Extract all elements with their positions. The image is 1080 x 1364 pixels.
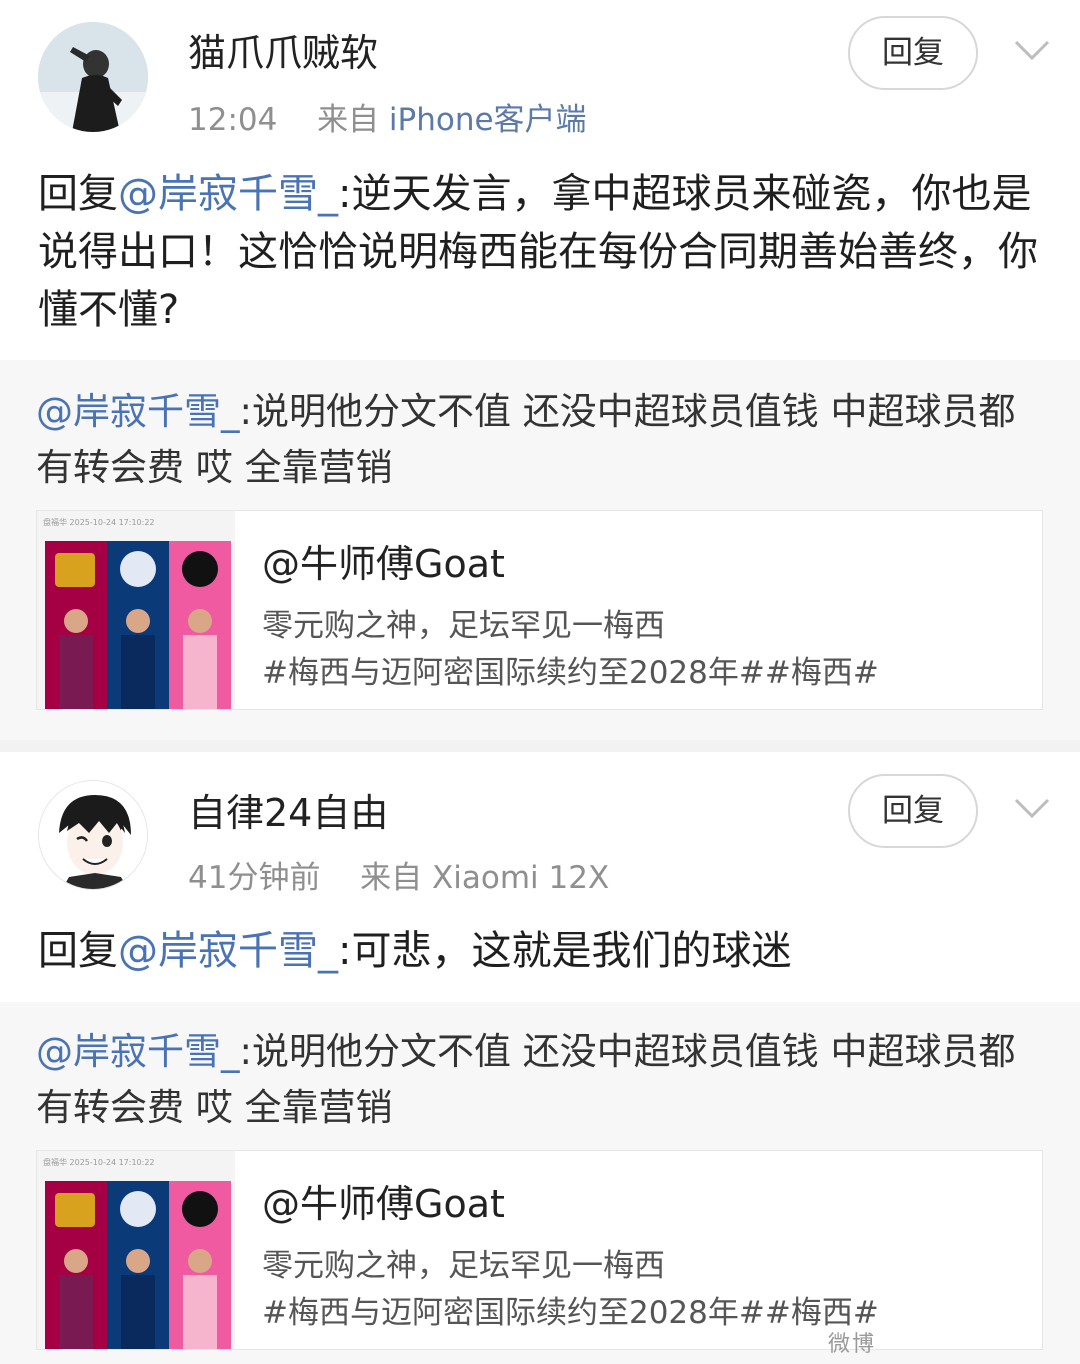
comment-time: 41分钟前: [188, 860, 321, 896]
card-desc-line: 零元购之神，足坛罕见一梅西: [262, 1248, 665, 1284]
card-description: 零元购之神，足坛罕见一梅西 #梅西与迈阿密国际续约至2028年##梅西#: [262, 603, 879, 697]
source-prefix: 来自: [317, 102, 380, 138]
avatar[interactable]: [38, 780, 148, 890]
reply-text: 回复@岸寂千雪_:可悲，这就是我们的球迷: [38, 922, 1048, 980]
quoted-post[interactable]: @岸寂千雪_:说明他分文不值 还没中超球员值钱 中超球员都有转会费 哎 全靠营销…: [0, 1002, 1080, 1364]
reply-button[interactable]: 回复: [848, 774, 978, 848]
source-link[interactable]: iPhone客户端: [389, 102, 587, 138]
avatar[interactable]: [38, 22, 148, 132]
linked-post-card[interactable]: 盘福华 2025-10-24 17:10:22 @牛师傅Goat 零元购之神，足…: [36, 1150, 1043, 1350]
card-description: 零元购之神，足坛罕见一梅西 #梅西与迈阿密国际续约至2028年##梅西#: [262, 1243, 879, 1337]
quoted-mention-link[interactable]: @岸寂千雪_: [36, 390, 240, 433]
source-prefix: 来自: [360, 860, 423, 896]
avatar-anime-boy-icon: [39, 781, 147, 889]
linked-post-card[interactable]: 盘福华 2025-10-24 17:10:22 @牛师傅Goat 零元购之神，足…: [36, 510, 1043, 710]
reply-mention-link[interactable]: @岸寂千雪_: [118, 171, 338, 217]
card-hashtags[interactable]: #梅西与迈阿密国际续约至2028年##梅西#: [262, 650, 879, 697]
messi-jerseys-image: [45, 541, 231, 709]
quoted-mention-link[interactable]: @岸寂千雪_: [36, 1030, 240, 1073]
comment-meta: 12:04 来自 iPhone客户端: [188, 94, 587, 139]
reply-prefix: 回复: [38, 928, 118, 974]
avatar-silhouette-icon: [38, 22, 148, 132]
reply-text: 回复@岸寂千雪_:逆天发言，拿中超球员来碰瓷，你也是说得出口！这恰恰说明梅西能在…: [38, 165, 1048, 339]
comment-item: 猫爪爪贼软 12:04 来自 iPhone客户端 回复 回复@岸寂千雪_:逆天发…: [0, 0, 1080, 740]
source-text: Xiaomi 12X: [432, 860, 610, 896]
reply-mention-link[interactable]: @岸寂千雪_: [118, 928, 338, 974]
thumbnail-caption: 盘福华 2025-10-24 17:10:22: [43, 518, 155, 527]
thumbnail-caption: 盘福华 2025-10-24 17:10:22: [43, 1158, 155, 1167]
chevron-down-icon[interactable]: [1010, 36, 1054, 66]
card-title: @牛师傅Goat: [262, 1182, 505, 1226]
comment-item: 自律24自由 41分钟前 来自 Xiaomi 12X 回复 回复@岸寂千雪_:可…: [0, 752, 1080, 1364]
reply-body: :可悲，这就是我们的球迷: [338, 928, 792, 974]
quoted-text: @岸寂千雪_:说明他分文不值 还没中超球员值钱 中超球员都有转会费 哎 全靠营销: [36, 384, 1051, 496]
card-desc-line: 零元购之神，足坛罕见一梅西: [262, 608, 665, 644]
username[interactable]: 自律24自由: [188, 782, 388, 837]
card-hashtags[interactable]: #梅西与迈阿密国际续约至2028年##梅西#: [262, 1290, 879, 1337]
comment-meta: 41分钟前 来自 Xiaomi 12X: [188, 852, 609, 897]
reply-prefix: 回复: [38, 171, 118, 217]
watermark: 微博: [828, 1332, 877, 1357]
card-thumbnail: 盘福华 2025-10-24 17:10:22: [37, 511, 235, 709]
username[interactable]: 猫爪爪贼软: [188, 22, 378, 77]
quoted-post[interactable]: @岸寂千雪_:说明他分文不值 还没中超球员值钱 中超球员都有转会费 哎 全靠营销…: [0, 360, 1080, 740]
comment-time: 12:04: [188, 102, 278, 138]
card-thumbnail: 盘福华 2025-10-24 17:10:22: [37, 1151, 235, 1349]
reply-button[interactable]: 回复: [848, 16, 978, 90]
chevron-down-icon[interactable]: [1010, 794, 1054, 824]
quoted-text: @岸寂千雪_:说明他分文不值 还没中超球员值钱 中超球员都有转会费 哎 全靠营销: [36, 1024, 1051, 1136]
card-title: @牛师傅Goat: [262, 542, 505, 586]
messi-jerseys-image: [45, 1181, 231, 1349]
